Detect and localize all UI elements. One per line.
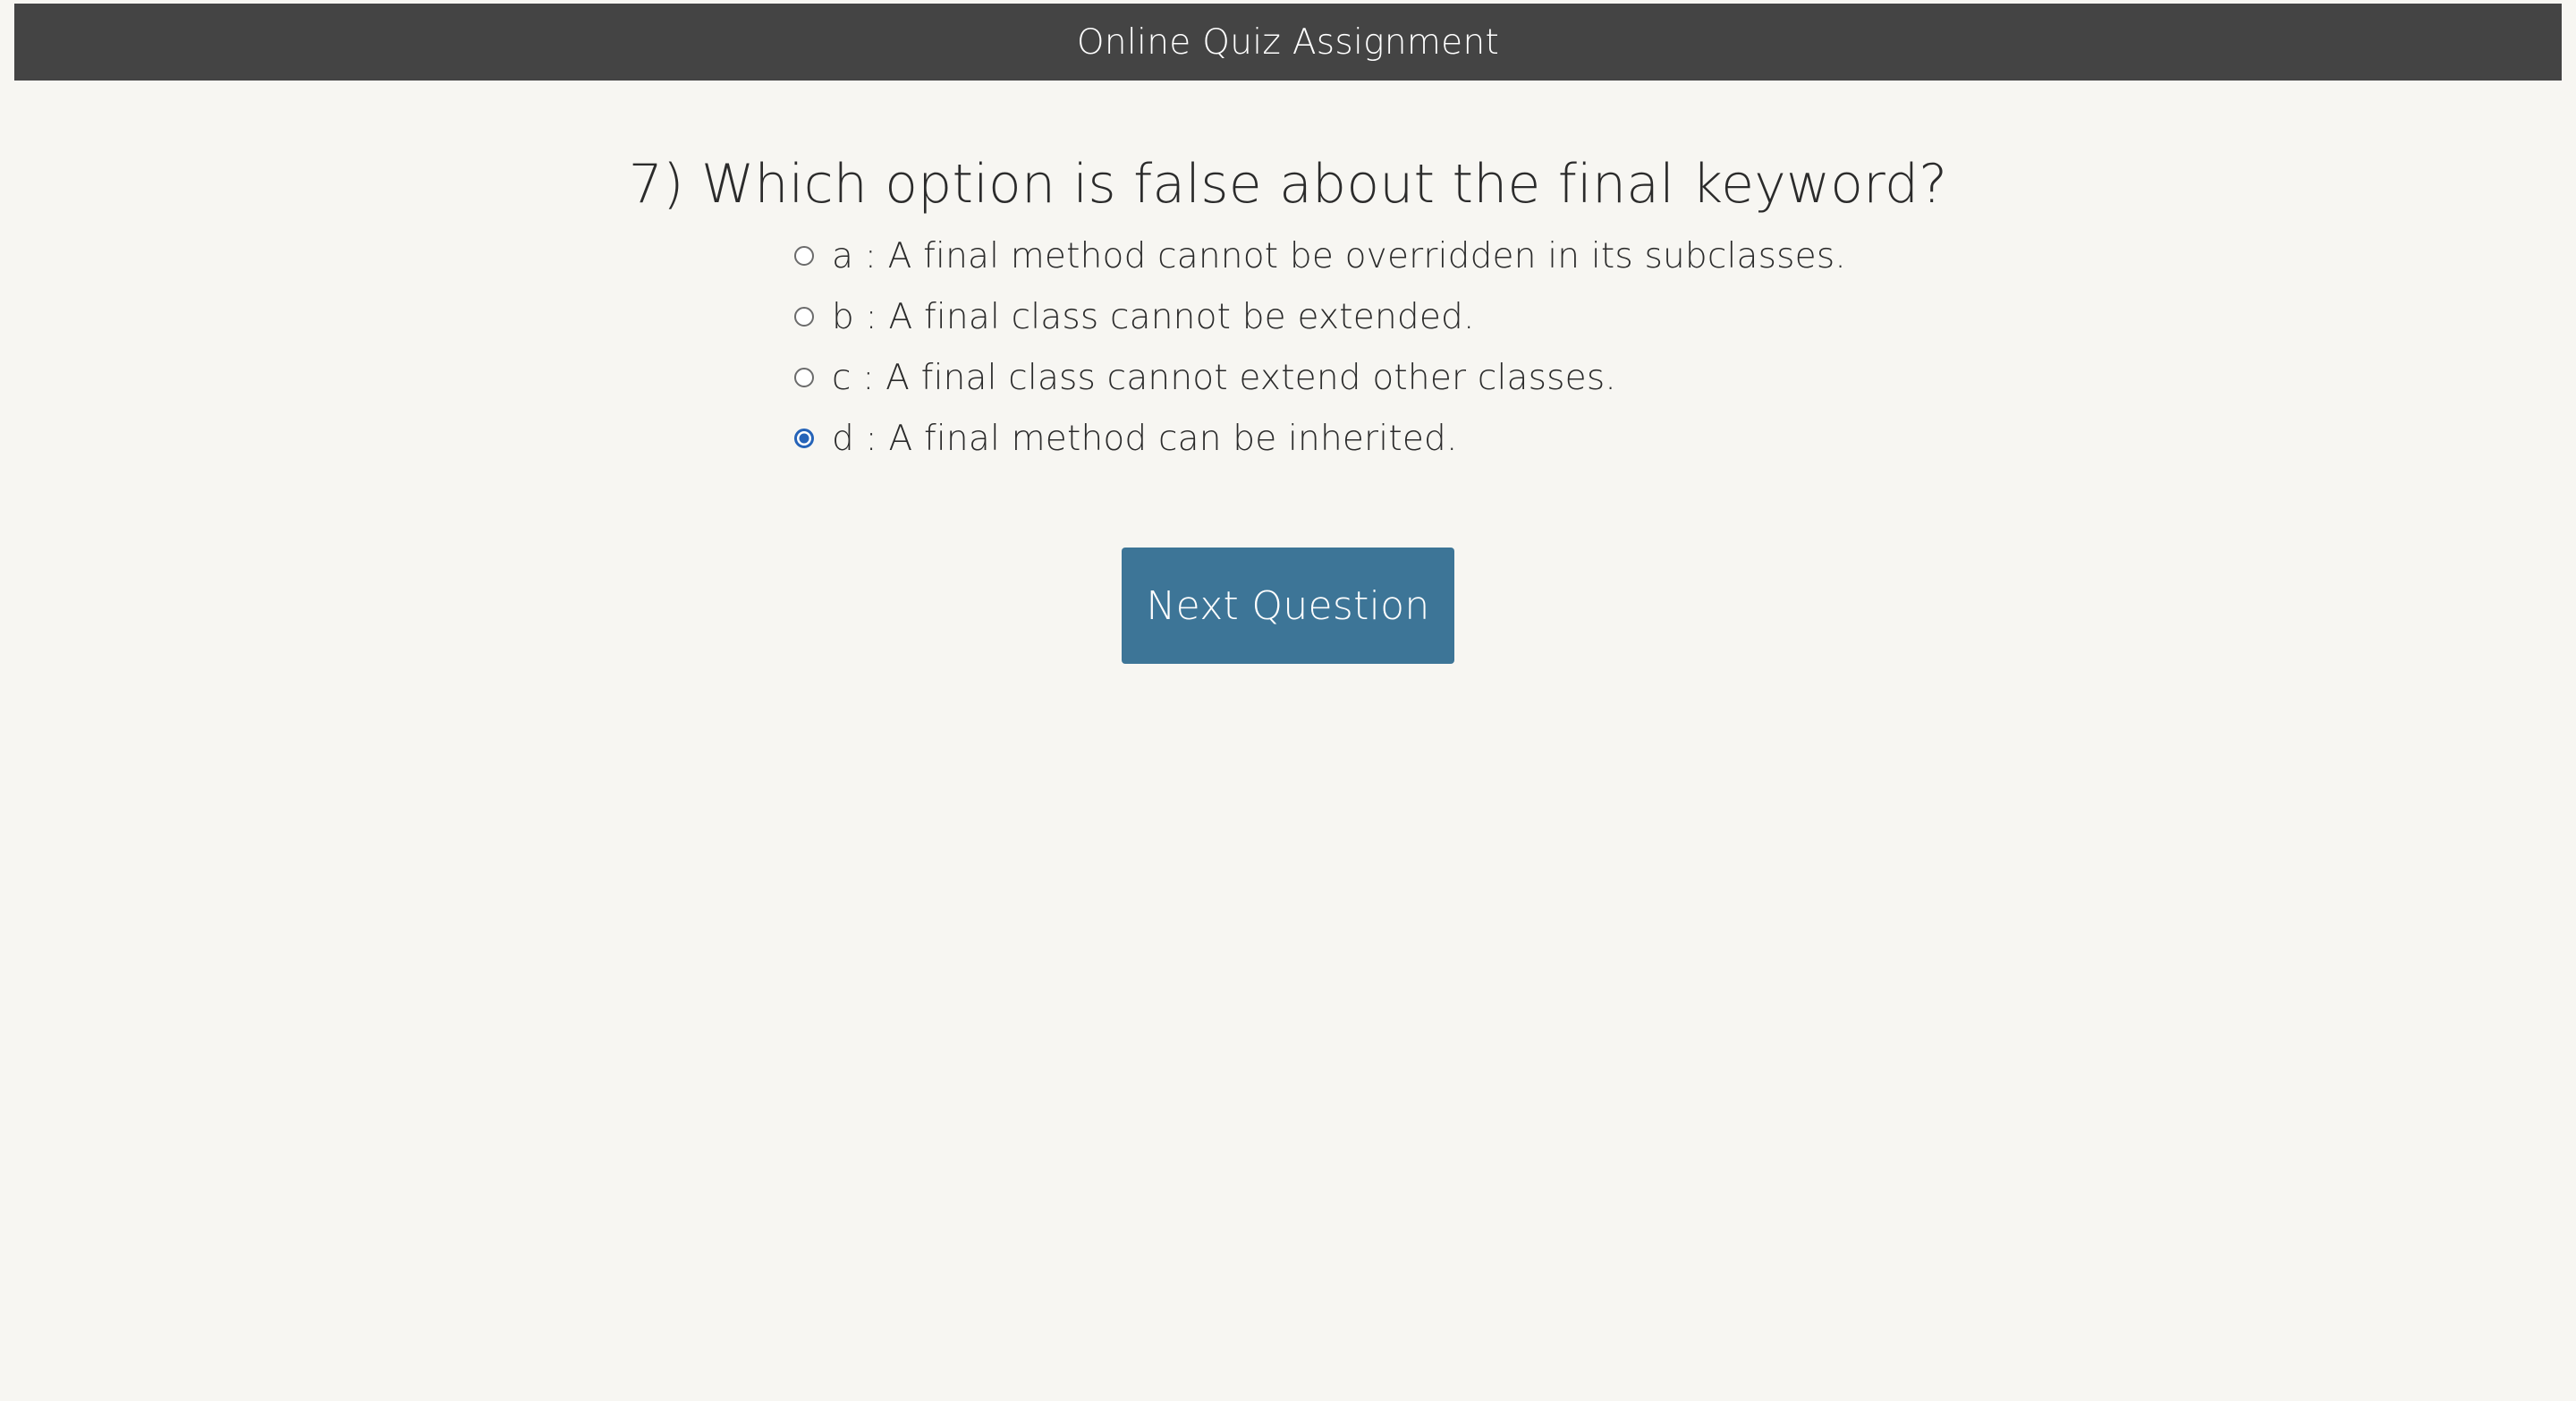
app-title: Online Quiz Assignment: [1076, 21, 1500, 63]
option-label[interactable]: c : A final class cannot extend other cl…: [832, 358, 1616, 398]
question-title: 7) Which option is false about the final…: [628, 153, 1948, 216]
option-b[interactable]: b : A final class cannot be extended.: [794, 286, 1846, 347]
option-label[interactable]: d : A final method can be inherited.: [832, 419, 1458, 459]
option-a[interactable]: a : A final method cannot be overridden …: [794, 225, 1846, 286]
option-d[interactable]: d : A final method can be inherited.: [794, 408, 1846, 469]
header-bar: Online Quiz Assignment: [14, 4, 2562, 81]
option-label[interactable]: a : A final method cannot be overridden …: [832, 236, 1846, 276]
question-container: 7) Which option is false about the final…: [0, 148, 2576, 221]
option-c[interactable]: c : A final class cannot extend other cl…: [794, 347, 1846, 408]
radio-button-d[interactable]: [794, 429, 814, 448]
answer-options: a : A final method cannot be overridden …: [794, 225, 1846, 469]
option-label[interactable]: b : A final class cannot be extended.: [832, 297, 1475, 337]
radio-button-b[interactable]: [794, 307, 814, 327]
radio-button-a[interactable]: [794, 246, 814, 266]
next-question-button[interactable]: Next Question: [1122, 548, 1454, 664]
radio-button-c[interactable]: [794, 368, 814, 387]
